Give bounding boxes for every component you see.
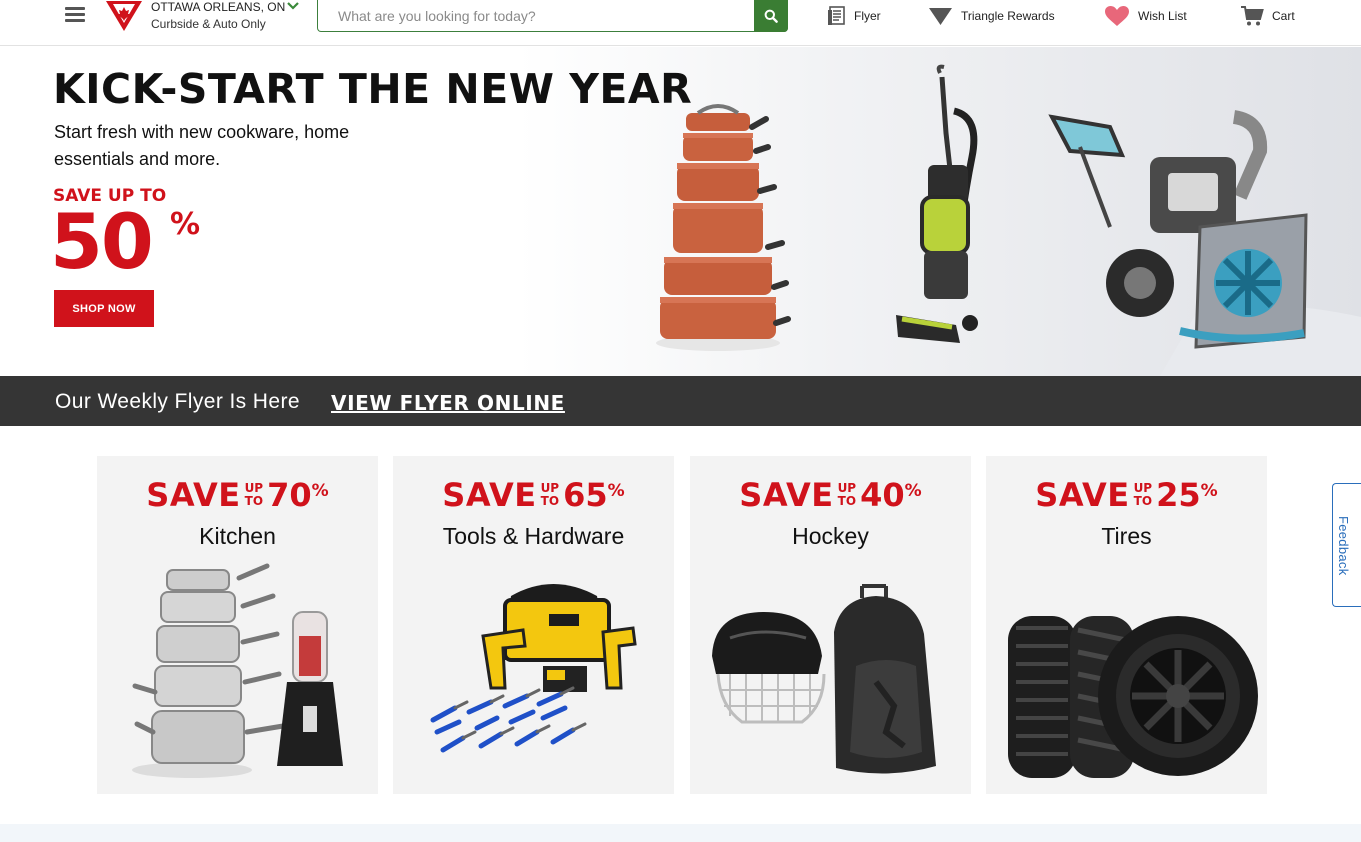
search-button[interactable]	[754, 0, 788, 32]
tile-upto: UP TO	[1134, 482, 1153, 508]
hero-save-value: 50	[50, 197, 154, 286]
tile-up: UP	[244, 481, 264, 495]
promo-tile-kitchen[interactable]: SAVE UP TO 70% Kitchen	[97, 456, 378, 794]
tile-percent: %	[904, 480, 922, 501]
nav-wish-list[interactable]: Wish List	[1104, 3, 1187, 29]
cart-icon	[1241, 6, 1264, 26]
tile-to: TO	[244, 494, 264, 508]
tile-category-name: Tires	[1101, 523, 1152, 549]
tile-save-headline: SAVE UP TO 65%	[393, 476, 674, 514]
tile-to: TO	[837, 494, 857, 508]
nav-cart-label: Cart	[1272, 9, 1295, 23]
search-icon	[764, 9, 778, 23]
tools-product-image	[430, 584, 637, 753]
flyer-icon	[828, 6, 845, 25]
tile-save-value: 25%	[1156, 476, 1218, 514]
shop-now-button[interactable]: SHOP NOW	[54, 290, 154, 327]
tile-category-name: Hockey	[792, 523, 869, 549]
view-flyer-link[interactable]: VIEW FLYER ONLINE	[331, 391, 565, 415]
tile-upto: UP TO	[245, 482, 264, 508]
hero-subtitle: Start fresh with new cookware, home esse…	[54, 122, 350, 169]
tile-up: UP	[837, 481, 857, 495]
tires-product-image	[1008, 616, 1258, 778]
tile-save-number: 40	[860, 476, 905, 514]
nav-flyer-label: Flyer	[854, 9, 881, 23]
tile-save-number: 25	[1156, 476, 1201, 514]
tile-save-value: 70%	[267, 476, 329, 514]
nav-flyer[interactable]: Flyer	[827, 3, 881, 29]
triangle-icon	[929, 8, 952, 25]
nav-cart[interactable]: Cart	[1240, 3, 1295, 29]
hero-product-image	[656, 64, 1361, 376]
tile-save-number: 65	[563, 476, 608, 514]
hockey-product-image	[712, 584, 936, 774]
heart-icon	[1105, 6, 1129, 26]
chevron-down-icon[interactable]	[287, 1, 299, 11]
tile-to: TO	[1133, 494, 1153, 508]
store-service-note: Curbside & Auto Only	[151, 17, 266, 31]
tile-save-headline: SAVE UP TO 40%	[690, 476, 971, 514]
nav-triangle-rewards[interactable]: Triangle Rewards	[928, 3, 1055, 29]
hero-banner[interactable]: KICK-START THE NEW YEAR Start fresh with…	[0, 47, 1361, 376]
vacuum-illustration	[896, 64, 978, 343]
tile-save-number: 70	[267, 476, 312, 514]
tile-save-word: SAVE	[1035, 476, 1130, 514]
tile-percent: %	[1200, 480, 1218, 501]
tile-save-value: 65%	[563, 476, 625, 514]
hero-save-symbol: %	[170, 207, 201, 242]
promo-tile-tires[interactable]: SAVE UP TO 25% Tires	[986, 456, 1267, 794]
tile-save-value: 40%	[860, 476, 922, 514]
tile-save-word: SAVE	[442, 476, 537, 514]
page-footer-band	[0, 824, 1361, 842]
tile-up: UP	[1133, 481, 1153, 495]
menu-icon[interactable]	[65, 7, 85, 23]
logo-icon[interactable]	[104, 0, 144, 32]
nav-wishlist-label: Wish List	[1138, 9, 1187, 23]
flyer-strip-text: Our Weekly Flyer Is Here	[55, 390, 300, 413]
tile-to: TO	[540, 494, 560, 508]
tile-save-word: SAVE	[146, 476, 241, 514]
site-header: OTTAWA ORLEANS, ON Curbside & Auto Only …	[0, 0, 1361, 46]
store-name[interactable]: OTTAWA ORLEANS, ON	[151, 0, 285, 14]
promo-tile-tools-hardware[interactable]: SAVE UP TO 65% Tools & Hardware	[393, 456, 674, 794]
tile-category-name: Kitchen	[199, 523, 276, 549]
tile-percent: %	[311, 480, 329, 501]
feedback-tab[interactable]: Feedback	[1332, 483, 1361, 607]
tile-upto: UP TO	[541, 482, 560, 508]
tile-percent: %	[607, 480, 625, 501]
hero-title: KICK-START THE NEW YEAR	[53, 65, 693, 113]
tile-category-name: Tools & Hardware	[442, 523, 625, 549]
tile-save-headline: SAVE UP TO 25%	[986, 476, 1267, 514]
promo-tile-hockey[interactable]: SAVE UP TO 40% Hockey	[690, 456, 971, 794]
nav-rewards-label: Triangle Rewards	[961, 9, 1055, 23]
search-bar	[317, 0, 788, 32]
feedback-label: Feedback	[1336, 516, 1351, 576]
tile-save-headline: SAVE UP TO 70%	[97, 476, 378, 514]
search-input[interactable]	[318, 0, 755, 31]
tile-upto: UP TO	[838, 482, 857, 508]
tile-up: UP	[540, 481, 560, 495]
kitchen-product-image	[132, 563, 343, 778]
cookware-illustration	[656, 104, 791, 351]
snowblower-illustration	[1048, 110, 1361, 376]
flyer-strip: Our Weekly Flyer Is Here VIEW FLYER ONLI…	[0, 376, 1361, 426]
tile-save-word: SAVE	[739, 476, 834, 514]
